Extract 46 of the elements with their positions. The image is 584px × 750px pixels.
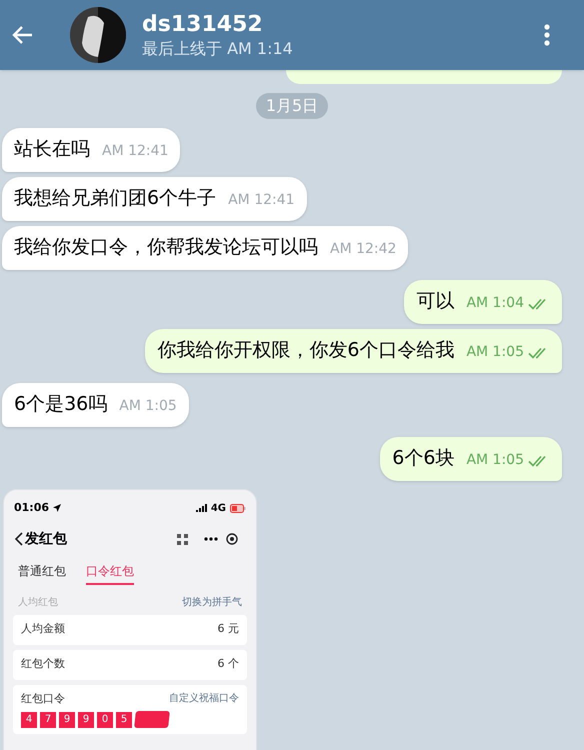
location-icon [53, 504, 62, 512]
more-options-icon[interactable] [544, 24, 550, 46]
code-digit: 9 [78, 712, 94, 728]
tab[interactable]: 口令红包 [86, 562, 134, 584]
code-digit: 9 [59, 712, 75, 728]
message-text: 6个是36吗 [14, 392, 108, 417]
section-label: 人均红包 [18, 596, 58, 610]
row-label: 人均金额 [21, 621, 65, 638]
page-title: 发红包 [25, 530, 67, 548]
message-text: 6个6块 [392, 446, 454, 471]
code-digit: 4 [21, 712, 37, 728]
back-chevron-icon[interactable] [14, 532, 23, 546]
battery-icon [230, 504, 246, 513]
message-time: AM 12:41 [102, 142, 168, 161]
message-text: 我想给兄弟们团6个牛子 [14, 186, 216, 211]
message-text: 可以 [416, 289, 454, 314]
chat-title: ds131452 [142, 10, 264, 38]
qr-code-icon[interactable] [177, 534, 188, 544]
message-time: AM 1:04 [466, 294, 524, 313]
avatar[interactable] [70, 7, 126, 63]
message-text: 站长在吗 [14, 137, 90, 162]
close-mini-program-icon[interactable] [226, 533, 238, 545]
row-value: 6 元 [218, 621, 239, 638]
code-digit: 0 [97, 712, 113, 728]
row-label: 红包个数 [21, 656, 65, 672]
custom-link[interactable]: 自定义祝福口令 [169, 690, 239, 707]
message-time: AM 1:05 [466, 343, 524, 362]
redaction-mark [134, 711, 170, 728]
code-digit: 5 [116, 712, 132, 728]
code-digit: 7 [40, 712, 56, 728]
message-time: AM 1:05 [119, 397, 177, 416]
switch-link[interactable]: 切换为拼手气 [182, 594, 242, 610]
message-text: 我给你发口令，你帮我发论坛可以吗 [14, 235, 318, 260]
network-label: 4G [210, 502, 226, 516]
signal-icon [196, 504, 207, 512]
more-icon[interactable] [204, 537, 218, 541]
row-label: 红包口令 [21, 690, 65, 706]
message-time: AM 12:42 [330, 240, 396, 259]
row-value: 6 个 [218, 656, 239, 672]
message-time: AM 1:05 [466, 451, 524, 470]
date-chip: 1月5日 [256, 93, 328, 119]
status-clock: 01:06 [14, 500, 50, 516]
message-text: 你我给你开权限，你发6个口令给我 [157, 338, 454, 363]
tab[interactable]: 普通红包 [18, 562, 66, 584]
last-seen-status: 最后上线于 AM 1:14 [142, 38, 293, 60]
message-time: AM 12:41 [228, 191, 295, 210]
